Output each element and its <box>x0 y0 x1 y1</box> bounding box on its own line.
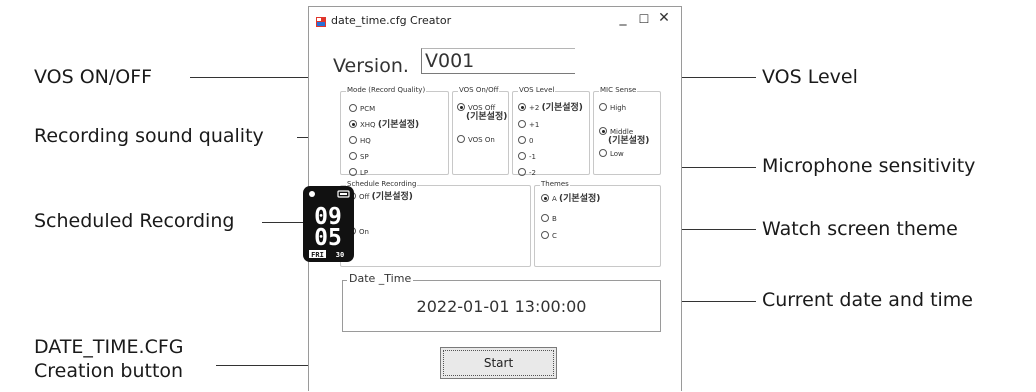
theme-b-option[interactable]: B <box>541 214 557 224</box>
radio-icon[interactable] <box>599 103 607 111</box>
radio-icon[interactable] <box>349 104 357 112</box>
radio-icon[interactable] <box>518 120 526 128</box>
radio-checked-icon[interactable] <box>349 120 357 128</box>
radio-icon[interactable] <box>457 135 465 143</box>
watch-minute: 05 <box>314 225 342 251</box>
vos-level-minus1[interactable]: -1 <box>518 152 536 162</box>
radio-icon[interactable] <box>518 168 526 176</box>
callout-theme: Watch screen theme <box>762 218 958 240</box>
version-input[interactable] <box>421 48 575 74</box>
callout-scheduled: Scheduled Recording <box>34 210 235 232</box>
vos-on-option[interactable]: VOS On <box>457 135 495 145</box>
radio-checked-icon[interactable] <box>599 127 607 135</box>
themes-group: Themes A (기본설정) B C <box>534 180 661 267</box>
vos-onoff-legend: VOS On/Off <box>458 86 500 94</box>
callout-creation-line1: DATE_TIME.CFG <box>34 336 184 358</box>
mode-option-xhq[interactable]: XHQ (기본설정) <box>349 120 419 130</box>
datetime-legend: Date _Time <box>347 272 414 285</box>
schedule-off-option[interactable]: Off (기본설정) <box>348 192 413 202</box>
schedule-group: Schedule Recording Off (기본설정) On <box>340 180 531 267</box>
mode-option-lp[interactable]: LP <box>349 168 368 178</box>
datetime-group: Date _Time 2022-01-01 13:00:00 <box>342 272 661 332</box>
radio-icon[interactable] <box>541 214 549 222</box>
title-bar[interactable]: date_time.cfg Creator _ ☐ ✕ <box>309 7 681 37</box>
mic-sense-legend: MIC Sense <box>599 86 638 94</box>
close-button[interactable]: ✕ <box>654 10 674 26</box>
mode-group: Mode (Record Quality) PCM XHQ (기본설정) HQ … <box>340 86 449 178</box>
watch-day: FRI <box>311 251 324 259</box>
maximize-button[interactable]: ☐ <box>634 12 654 26</box>
app-icon <box>316 17 326 27</box>
window-title: date_time.cfg Creator <box>331 14 452 27</box>
vos-level-plus2[interactable]: +2 (기본설정) <box>518 103 583 113</box>
watch-preview: 09 05 FRI 30 <box>303 186 354 262</box>
watch-dot-icon <box>309 191 315 197</box>
callout-vos-level: VOS Level <box>762 66 858 88</box>
mode-option-pcm[interactable]: PCM <box>349 104 375 114</box>
schedule-legend: Schedule Recording <box>346 180 418 188</box>
radio-icon[interactable] <box>518 136 526 144</box>
radio-icon[interactable] <box>599 149 607 157</box>
mode-group-legend: Mode (Record Quality) <box>346 86 427 94</box>
theme-c-option[interactable]: C <box>541 231 557 241</box>
mic-high-option[interactable]: High <box>599 103 626 113</box>
mode-option-hq[interactable]: HQ <box>349 136 371 146</box>
watch-face: 09 05 FRI 30 <box>309 190 350 259</box>
radio-checked-icon[interactable] <box>518 103 526 111</box>
mic-low-option[interactable]: Low <box>599 149 624 159</box>
radio-checked-icon[interactable] <box>457 103 465 111</box>
callout-vos-onoff: VOS ON/OFF <box>34 66 153 88</box>
theme-a-option[interactable]: A (기본설정) <box>541 194 600 204</box>
minimize-button[interactable]: _ <box>613 10 633 26</box>
vos-level-group: VOS Level +2 (기본설정) +1 0 -1 -2 <box>512 86 590 178</box>
callout-mic: Microphone sensitivity <box>762 155 976 177</box>
start-button[interactable]: Start <box>440 347 557 379</box>
mode-option-sp[interactable]: SP <box>349 152 369 162</box>
datetime-value: 2022-01-01 13:00:00 <box>416 297 587 316</box>
callout-datetime: Current date and time <box>762 289 973 311</box>
version-label: Version. <box>333 55 409 77</box>
radio-checked-icon[interactable] <box>541 194 549 202</box>
vos-level-legend: VOS Level <box>518 86 556 94</box>
callout-recording-quality: Recording sound quality <box>34 125 264 147</box>
radio-icon[interactable] <box>349 152 357 160</box>
themes-legend: Themes <box>540 180 570 188</box>
vos-level-zero[interactable]: 0 <box>518 136 533 146</box>
radio-icon[interactable] <box>541 231 549 239</box>
watch-date: 30 <box>336 251 344 259</box>
callout-creation-line2: Creation button <box>34 360 184 382</box>
radio-icon[interactable] <box>518 152 526 160</box>
mic-sense-group: MIC Sense High Middle (기본설정) Low <box>593 86 661 175</box>
mic-middle-note: (기본설정) <box>608 136 650 146</box>
vos-level-minus2[interactable]: -2 <box>518 168 536 178</box>
radio-icon[interactable] <box>349 136 357 144</box>
app-window: date_time.cfg Creator _ ☐ ✕ Version. Mod… <box>308 6 682 392</box>
radio-icon[interactable] <box>349 168 357 176</box>
window-content: Version. Mode (Record Quality) PCM XHQ (… <box>309 37 681 392</box>
vos-onoff-group: VOS On/Off VOS Off (기본설정) VOS On <box>452 86 509 175</box>
vos-off-note: (기본설정) <box>466 112 508 122</box>
vos-level-plus1[interactable]: +1 <box>518 120 539 130</box>
